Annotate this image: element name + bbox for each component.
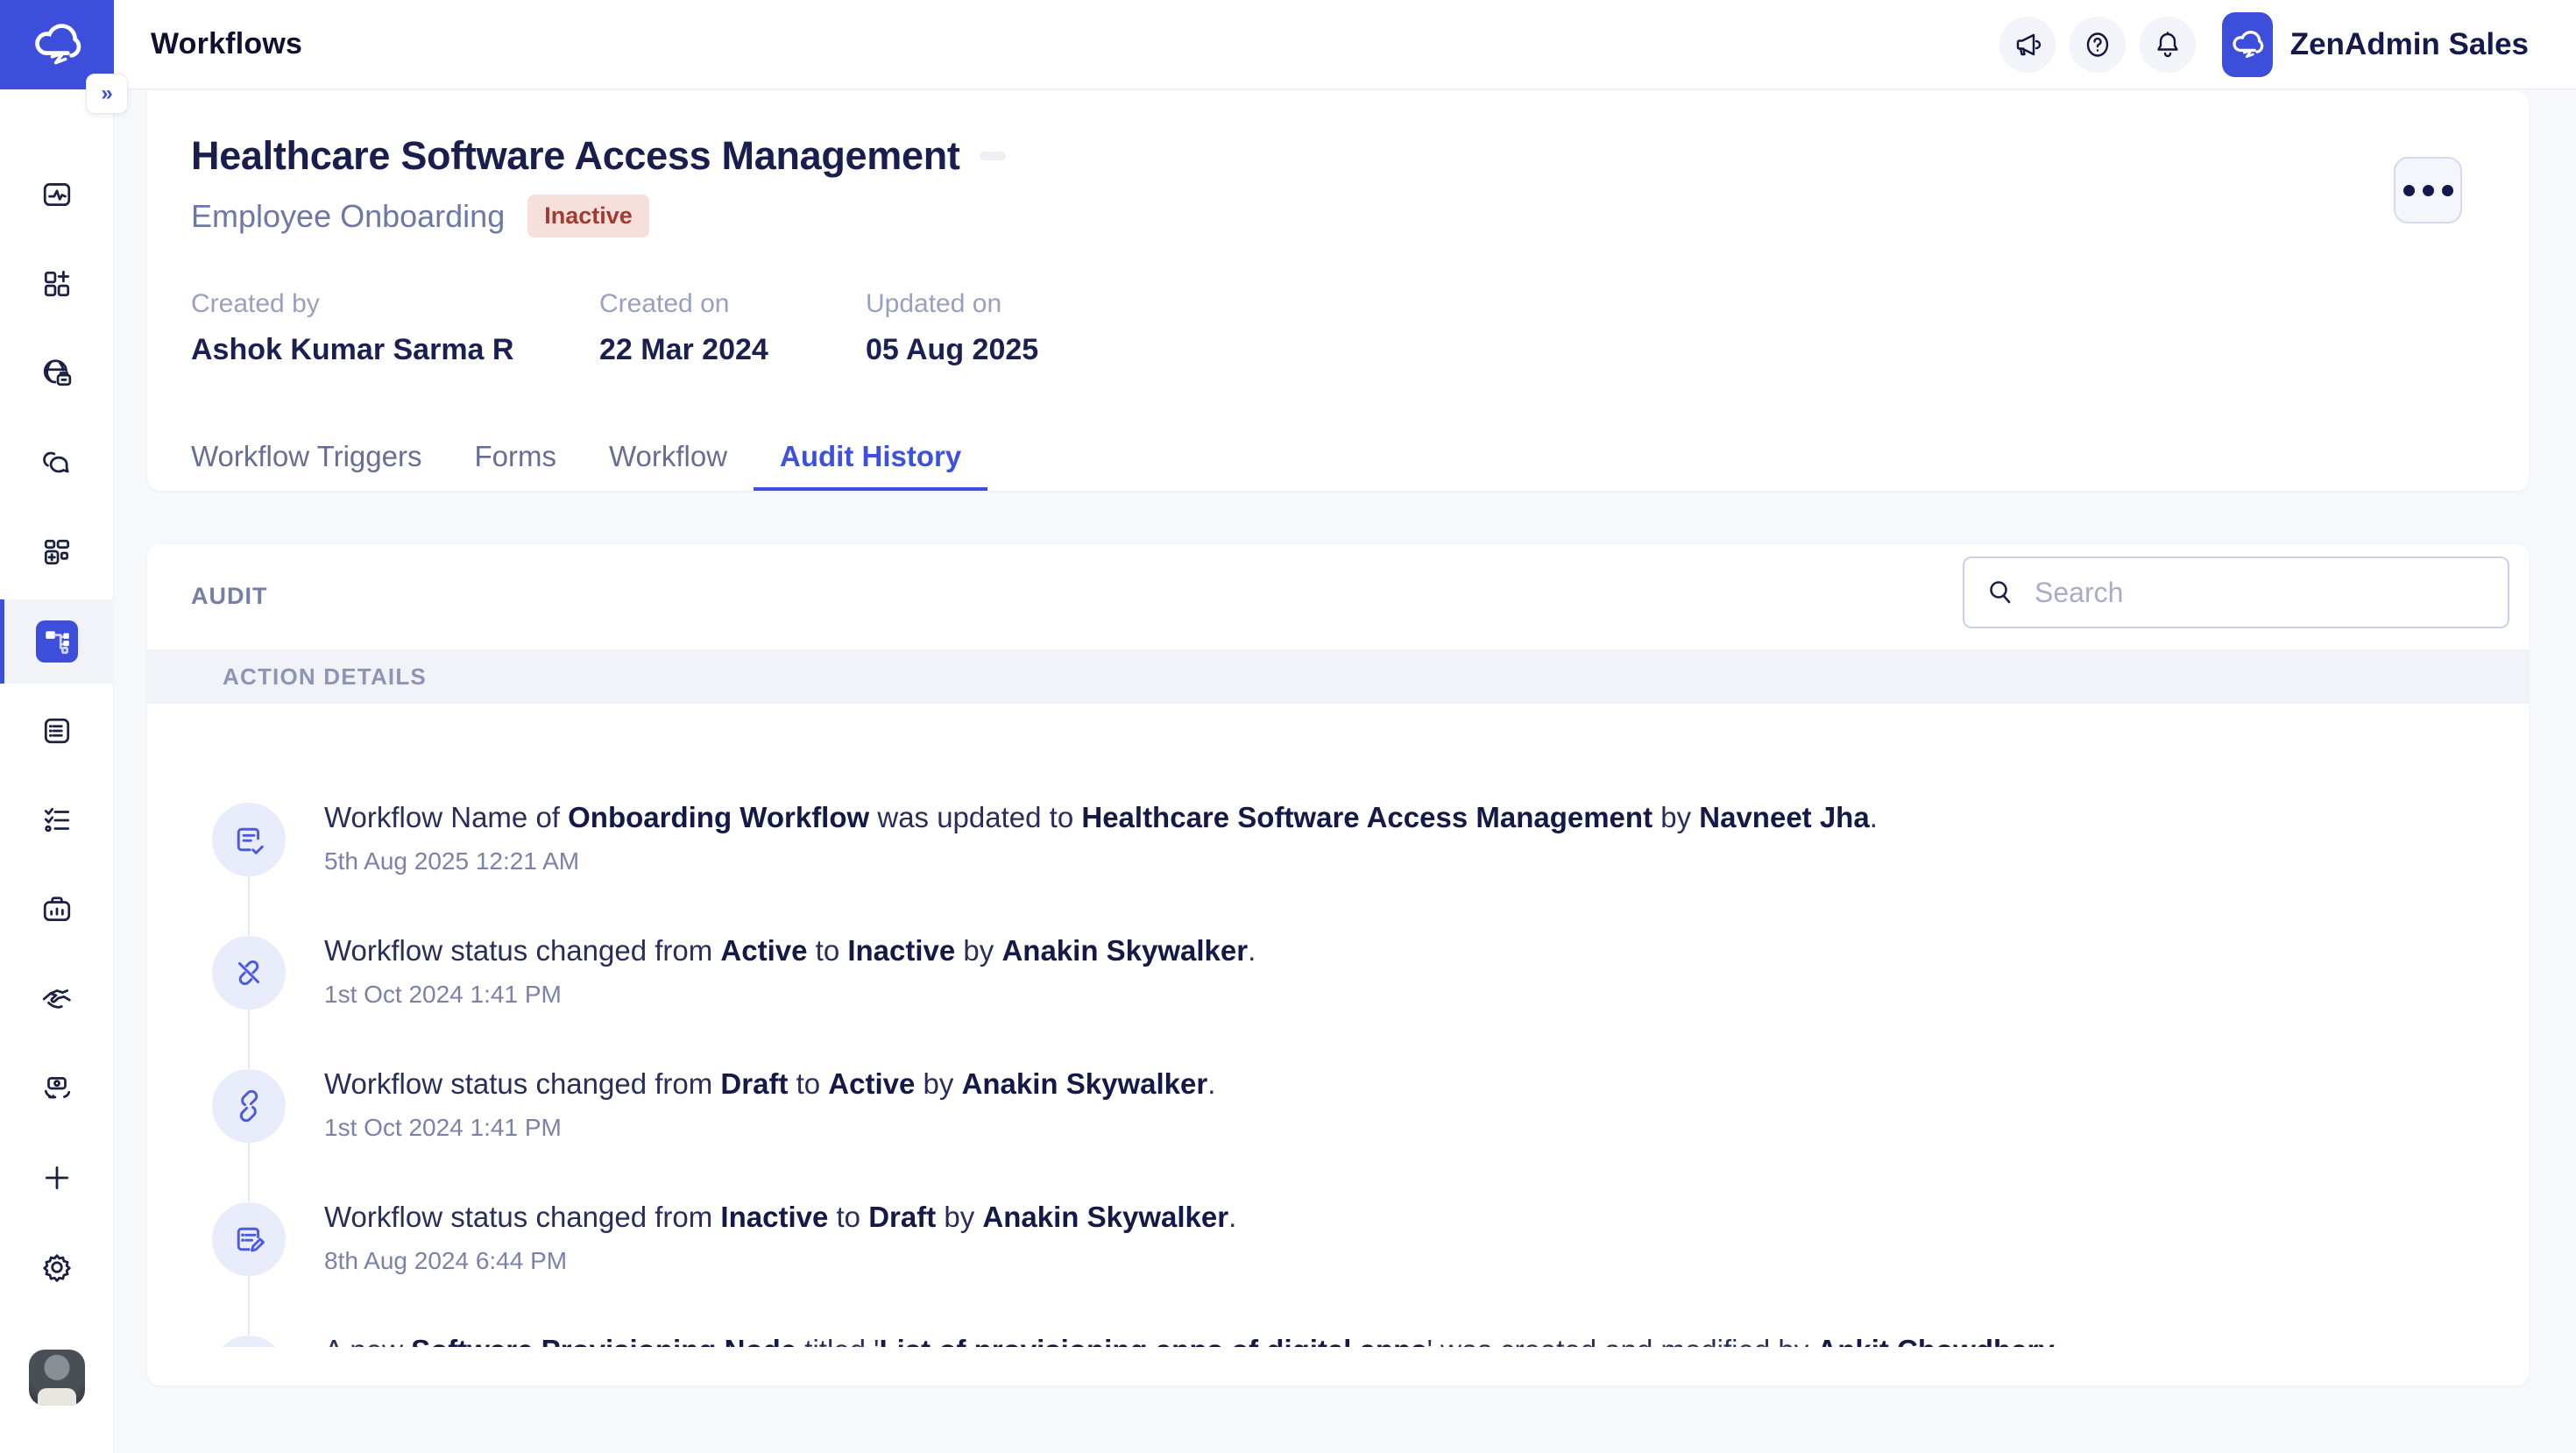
activity-monitor-icon [41,179,73,210]
sidebar-item-portfolio[interactable] [0,889,114,931]
search-icon [1985,578,2015,607]
title-edit-placeholder [980,152,1006,160]
audit-entry: Workflow status changed from Active to I… [147,932,2529,1065]
globe-device-icon [41,358,73,389]
checklist-icon [41,804,73,836]
user-avatar [29,1350,85,1406]
sidebar-item-deals[interactable] [0,978,114,1020]
money-transfer-icon [41,1073,73,1104]
audit-card: AUDIT ACTION DETAILS Workflow Name of On… [147,544,2529,1386]
workflow-tabs: Workflow Triggers Forms Workflow Audit H… [165,426,987,491]
workflows-active-chip [36,620,78,663]
sidebar-item-settings[interactable] [0,1246,114,1288]
audit-entry: A new Software Provisioning Node titled … [147,1331,2529,1347]
meta-value-updated-on: 05 Aug 2025 [866,333,1038,367]
widgets-add-icon [41,536,73,568]
audit-timeline: Workflow Name of Onboarding Workflow was… [147,704,2529,1347]
audit-table-header: ACTION DETAILS [147,649,2529,704]
audit-section-label: AUDIT [191,583,268,610]
link-icon [212,1069,286,1143]
note-check-icon [212,1336,286,1347]
status-badge: Inactive [527,195,649,237]
tab-audit-history[interactable]: Audit History [754,426,987,491]
sidebar-item-tasks[interactable] [0,799,114,841]
audit-entry: Workflow Name of Onboarding Workflow was… [147,798,2529,932]
report-list-icon [41,715,73,747]
note-edit-icon [212,1202,286,1276]
sidebar: » [0,0,114,1453]
more-options-button[interactable] [2394,157,2462,223]
apps-add-icon [41,268,73,300]
help-button[interactable] [2070,17,2126,73]
org-logo[interactable] [2222,12,2273,77]
audit-entry-timestamp: 5th Aug 2025 12:21 AM [324,847,2529,875]
audit-entry-message: Workflow Name of Onboarding Workflow was… [324,798,2529,837]
sidebar-item-workflows[interactable] [0,599,114,684]
notifications-button[interactable] [2140,17,2196,73]
workflow-meta: Created by Ashok Kumar Sarma R Created o… [191,289,1038,367]
workflow-subtitle: Employee Onboarding [191,198,505,235]
search-box[interactable] [1963,556,2509,628]
topbar: Workflows ZenAdmin Sales [114,0,2576,89]
meta-value-created-by: Ashok Kumar Sarma R [191,333,599,367]
note-check-icon [212,803,286,876]
audit-entry-timestamp: 1st Oct 2024 1:41 PM [324,1114,2529,1142]
main-content: Healthcare Software Access Management Em… [114,89,2576,1453]
sidebar-expand-button[interactable]: » [86,74,128,114]
meta-label: Updated on [866,289,1038,319]
tab-workflow[interactable]: Workflow [583,426,754,491]
audit-entry-message: A new Software Provisioning Node titled … [324,1331,2529,1347]
audit-entry: Workflow status changed from Draft to Ac… [147,1065,2529,1198]
link-broken-icon [212,936,286,1010]
sidebar-avatar-item[interactable] [0,1357,114,1399]
cloud-bolt-logo-icon [28,16,86,74]
page-title: Workflows [151,27,302,61]
sidebar-item-reports[interactable] [0,710,114,752]
meta-label: Created by [191,289,599,319]
sidebar-item-add[interactable] [0,1157,114,1199]
search-input[interactable] [2035,577,2487,609]
audit-entry-timestamp: 8th Aug 2024 6:44 PM [324,1247,2529,1275]
sidebar-item-activity[interactable] [0,174,114,216]
account-name[interactable]: ZenAdmin Sales [2290,27,2529,62]
announcements-button[interactable] [1999,17,2056,73]
workflows-icon [41,626,73,657]
announcements-icon [2013,30,2042,60]
audit-entry-message: Workflow status changed from Inactive to… [324,1198,2529,1237]
sidebar-item-apps[interactable] [0,263,114,305]
handshake-icon [41,983,73,1015]
meta-label: Created on [599,289,866,319]
audit-entry: Workflow status changed from Inactive to… [147,1198,2529,1331]
tab-workflow-triggers[interactable]: Workflow Triggers [165,426,448,491]
workflow-title: Healthcare Software Access Management [191,133,960,179]
org-logo-cloud-icon [2228,25,2267,64]
workflow-header-card: Healthcare Software Access Management Em… [147,91,2529,491]
notifications-icon [2153,30,2183,60]
sidebar-item-browser[interactable] [0,352,114,394]
sidebar-item-payroll[interactable] [0,1067,114,1109]
sidebar-item-widgets[interactable] [0,531,114,573]
audit-entry-message: Workflow status changed from Active to I… [324,932,2529,970]
settings-gear-icon [41,1251,73,1283]
sidebar-items [0,89,113,1446]
tab-forms[interactable]: Forms [448,426,583,491]
help-icon [2083,30,2112,60]
audit-entry-timestamp: 1st Oct 2024 1:41 PM [324,981,2529,1009]
add-icon [41,1162,73,1194]
audit-entry-message: Workflow status changed from Draft to Ac… [324,1065,2529,1103]
briefcase-chart-icon [41,894,73,925]
sidebar-item-chat[interactable] [0,442,114,484]
meta-value-created-on: 22 Mar 2024 [599,333,866,367]
chat-icon [41,447,73,478]
